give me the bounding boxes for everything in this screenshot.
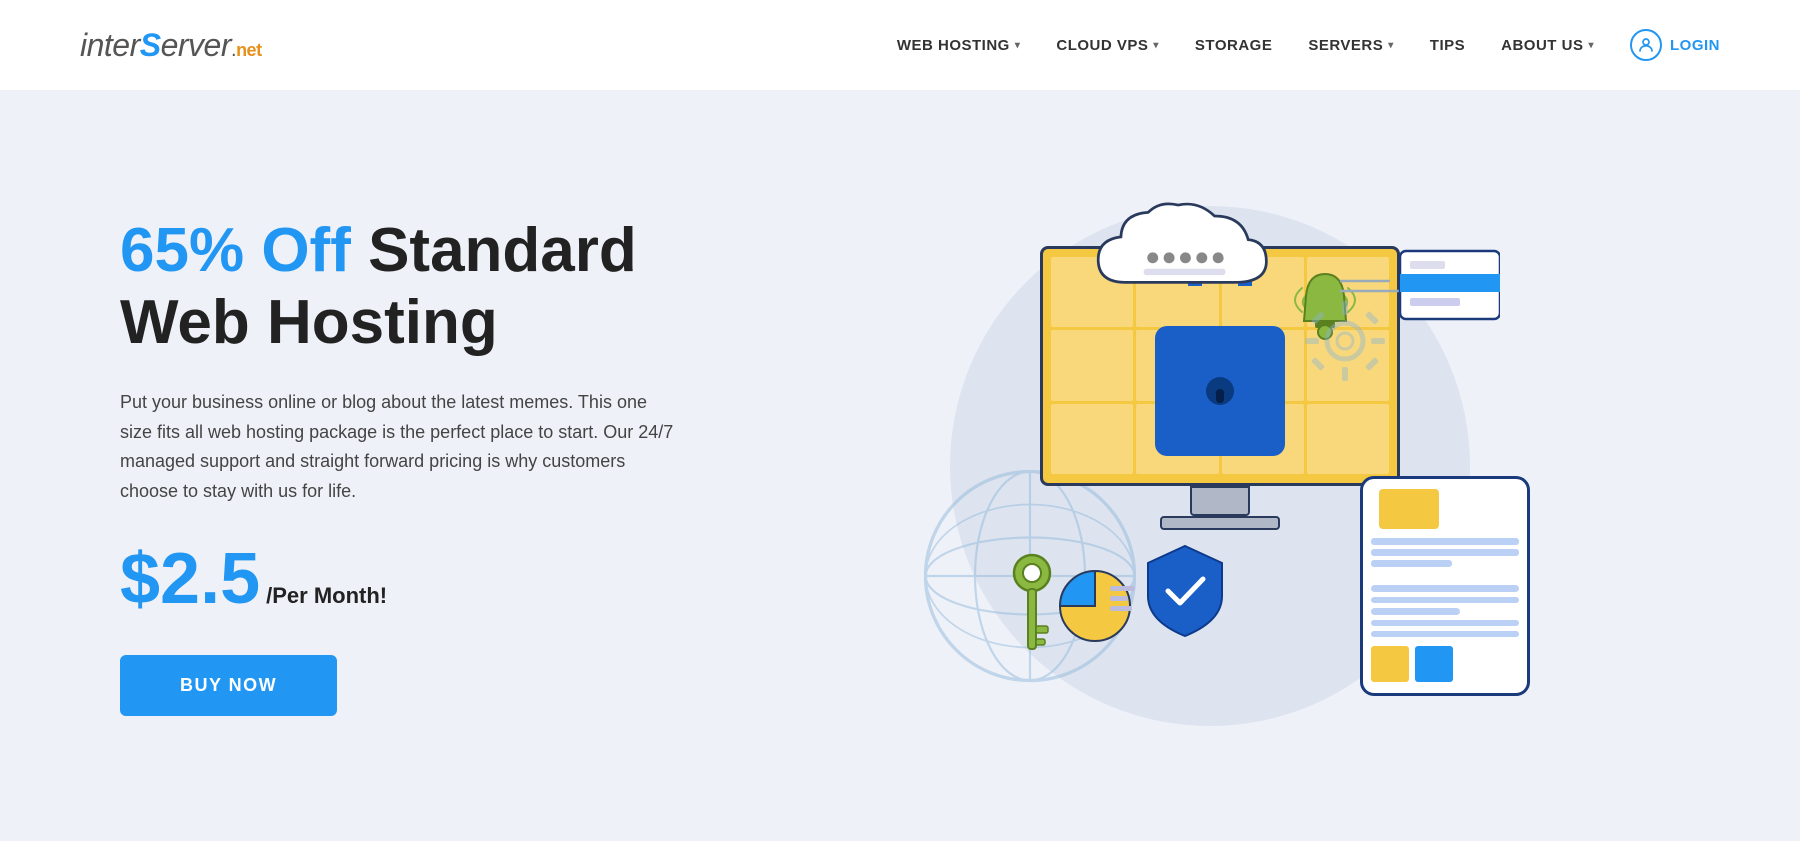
nav-tips[interactable]: TIPS [1430, 37, 1465, 54]
tablet-box [1379, 489, 1439, 530]
key-icon [1005, 551, 1060, 666]
hero-illustration [740, 166, 1680, 766]
login-icon [1630, 29, 1662, 61]
nav-cloud-vps[interactable]: CLOUD VPS ▾ [1056, 37, 1159, 54]
logo-letter-s: S [140, 27, 161, 64]
chevron-down-icon: ▾ [1015, 40, 1021, 51]
tablet-line [1371, 549, 1519, 556]
logo-text-inter: inter [80, 27, 140, 64]
tablet-line [1371, 620, 1519, 626]
shield-icon [1140, 541, 1230, 646]
chevron-down-icon: ▾ [1153, 40, 1159, 51]
tablet-line [1371, 538, 1519, 545]
hero-title-highlight: 65% Off [120, 216, 351, 285]
tablet-square [1371, 646, 1409, 682]
hero-title: 65% Off StandardWeb Hosting [120, 215, 740, 358]
logo-text-erver: erver [161, 27, 231, 64]
main-nav: WEB HOSTING ▾ CLOUD VPS ▾ STORAGE SERVER… [897, 29, 1720, 61]
tablet-line [1371, 585, 1519, 591]
login-button[interactable]: LOGIN [1630, 29, 1720, 61]
gear-icon [1300, 296, 1390, 391]
tablet-line [1371, 597, 1519, 603]
hero-section: 65% Off StandardWeb Hosting Put your bus… [0, 90, 1800, 841]
buy-now-button[interactable]: BUY NOW [120, 655, 337, 716]
nav-storage[interactable]: STORAGE [1195, 37, 1272, 54]
logo-net: net [236, 40, 262, 61]
cloud-icon [1080, 196, 1280, 319]
tablet-line [1371, 560, 1452, 567]
nav-about-us[interactable]: ABOUT US ▾ [1501, 37, 1594, 54]
price-display: $2.5 /Per Month! [120, 543, 740, 615]
hero-description: Put your business online or blog about t… [120, 388, 680, 507]
pie-chart-icon [1055, 566, 1135, 651]
nav-servers[interactable]: SERVERS ▾ [1308, 37, 1393, 54]
hero-content: 65% Off StandardWeb Hosting Put your bus… [120, 215, 740, 715]
tablet-line [1371, 631, 1519, 637]
price-suffix: /Per Month! [266, 583, 387, 609]
nav-web-hosting[interactable]: WEB HOSTING ▾ [897, 37, 1021, 54]
tablet-lines [1371, 538, 1519, 567]
tablet-icon [1360, 476, 1530, 696]
tablet-square [1415, 646, 1453, 682]
chevron-down-icon: ▾ [1588, 40, 1594, 51]
tablet-squares [1371, 646, 1519, 682]
site-logo[interactable]: interServer.net [80, 27, 262, 64]
tablet-line [1371, 608, 1460, 614]
chevron-down-icon: ▾ [1388, 40, 1394, 51]
site-header: interServer.net WEB HOSTING ▾ CLOUD VPS … [0, 0, 1800, 90]
price-amount: $2.5 [120, 543, 260, 615]
illustration-container [860, 186, 1560, 746]
